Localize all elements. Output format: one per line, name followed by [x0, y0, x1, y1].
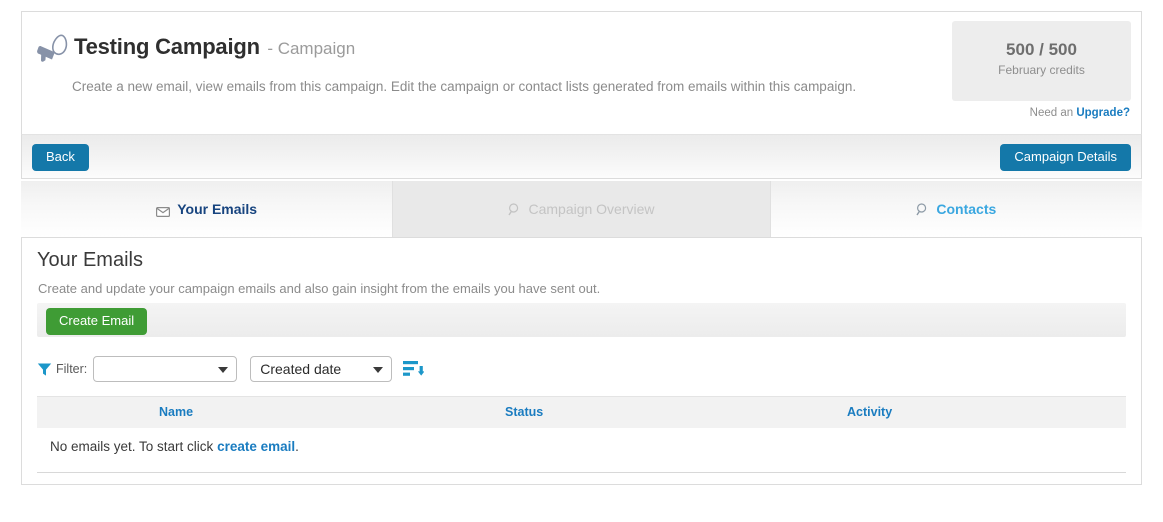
sort-key-value: Created date [260, 361, 341, 377]
sort-descending-icon[interactable] [403, 360, 424, 378]
filter-label: Filter: [56, 362, 87, 376]
page-title: Testing Campaign - Campaign [74, 34, 355, 60]
tab-campaign-overview-label: Campaign Overview [528, 201, 654, 217]
chevron-down-icon [373, 367, 383, 373]
upgrade-prefix: Need an [1030, 107, 1073, 119]
credits-value: 500 / 500 [952, 40, 1131, 60]
section-description: Create and update your campaign emails a… [38, 281, 600, 296]
tab-contacts[interactable]: Contacts [771, 181, 1142, 237]
tab-campaign-overview[interactable]: Campaign Overview [393, 181, 769, 237]
column-header-name[interactable]: Name [159, 405, 193, 419]
tab-contacts-label: Contacts [936, 201, 996, 217]
credits-label: February credits [952, 63, 1131, 77]
credits-box: 500 / 500 February credits [952, 21, 1131, 101]
tab-your-emails[interactable]: Your Emails [21, 181, 392, 237]
table-empty-row: No emails yet. To start click create ema… [37, 428, 1126, 473]
chevron-down-icon [218, 367, 228, 373]
upgrade-prompt: Need an Upgrade? [1030, 107, 1130, 119]
campaign-type: - Campaign [267, 39, 355, 58]
action-bar: Back Campaign Details [21, 134, 1142, 179]
empty-state-suffix: . [295, 439, 299, 454]
upgrade-link[interactable]: Upgrade? [1076, 107, 1130, 119]
envelope-icon [156, 204, 170, 214]
empty-state-message: No emails yet. To start click create ema… [50, 439, 299, 454]
campaign-header-panel: Testing Campaign - Campaign Create a new… [21, 11, 1142, 134]
create-email-button[interactable]: Create Email [46, 308, 147, 335]
table-header: Name Status Activity [37, 396, 1126, 428]
magnifier-icon [916, 203, 929, 216]
megaphone-icon [33, 33, 71, 67]
empty-state-prefix: No emails yet. To start click [50, 439, 213, 454]
sort-key-select[interactable]: Created date [250, 356, 392, 382]
section-title: Your Emails [37, 249, 143, 272]
create-email-toolbar: Create Email [37, 303, 1126, 337]
tab-bar: Your Emails Campaign Overview Contacts [21, 181, 1142, 237]
campaign-page: Testing Campaign - Campaign Create a new… [0, 0, 1163, 522]
create-email-link[interactable]: create email [217, 439, 295, 454]
campaign-details-button[interactable]: Campaign Details [1000, 144, 1131, 171]
filter-select[interactable] [93, 356, 237, 382]
your-emails-panel: Your Emails Create and update your campa… [21, 237, 1142, 485]
tab-your-emails-label: Your Emails [177, 201, 257, 217]
filter-row: Filter: Created date [37, 356, 424, 382]
page-description: Create a new email, view emails from thi… [72, 79, 856, 94]
column-header-status[interactable]: Status [505, 405, 543, 419]
funnel-icon [37, 362, 52, 377]
back-button[interactable]: Back [32, 144, 89, 171]
campaign-name: Testing Campaign [74, 34, 260, 59]
magnifier-icon [508, 203, 521, 216]
column-header-activity[interactable]: Activity [847, 405, 892, 419]
